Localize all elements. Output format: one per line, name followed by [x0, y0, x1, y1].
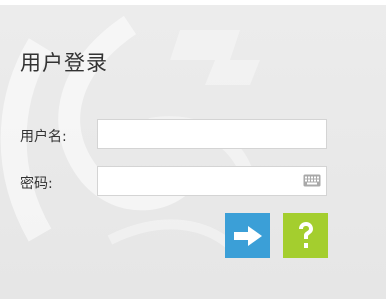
question-mark-icon [298, 221, 313, 248]
help-button[interactable] [283, 213, 328, 258]
login-panel: 用户登录 用户名: 密码: [0, 0, 386, 299]
password-input[interactable] [97, 166, 327, 196]
page-title: 用户登录 [20, 51, 108, 75]
arrow-right-icon [233, 225, 262, 246]
keyboard-icon[interactable] [303, 174, 321, 187]
login-button[interactable] [225, 213, 270, 258]
username-label: 用户名: [20, 129, 67, 145]
username-input[interactable] [97, 119, 327, 149]
password-label: 密码: [20, 176, 53, 192]
